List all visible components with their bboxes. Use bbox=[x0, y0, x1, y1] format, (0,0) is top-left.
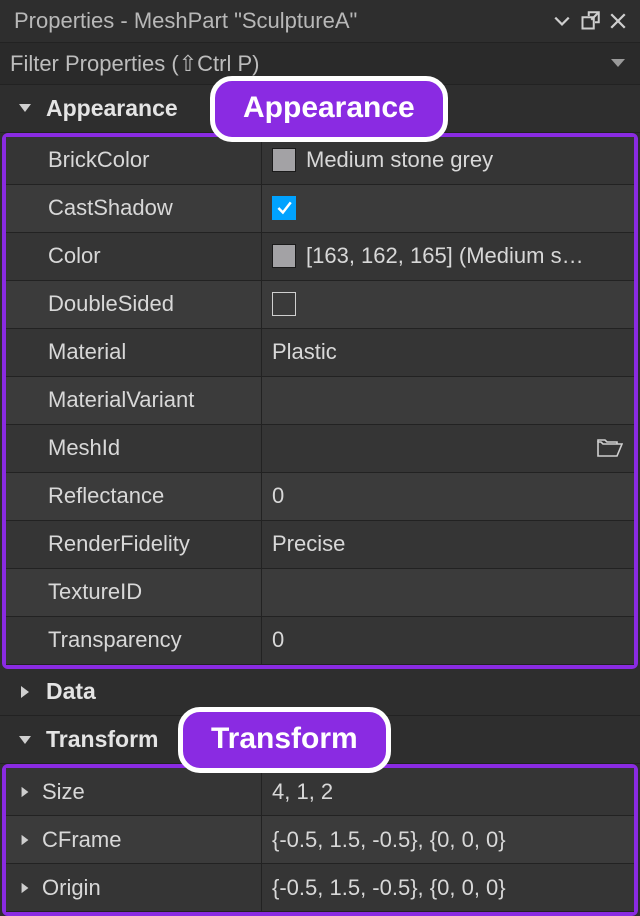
property-row-meshid[interactable]: MeshId bbox=[6, 425, 634, 473]
section-label-data: Data bbox=[46, 678, 96, 705]
filter-input-placeholder[interactable]: Filter Properties (⇧Ctrl P) bbox=[10, 51, 608, 77]
property-name: BrickColor bbox=[6, 137, 262, 184]
property-row-castshadow[interactable]: CastShadow bbox=[6, 185, 634, 233]
chevron-right-icon bbox=[16, 683, 34, 701]
close-button[interactable] bbox=[604, 7, 632, 35]
property-row-origin[interactable]: Origin {-0.5, 1.5, -0.5}, {0, 0, 0} bbox=[6, 864, 634, 912]
titlebar: Properties - MeshPart "SculptureA" bbox=[0, 0, 640, 43]
property-value[interactable]: [163, 162, 165] (Medium s… bbox=[262, 233, 634, 280]
property-value[interactable]: {-0.5, 1.5, -0.5}, {0, 0, 0} bbox=[262, 816, 634, 863]
property-value[interactable] bbox=[262, 425, 634, 472]
chevron-right-icon[interactable] bbox=[18, 785, 32, 799]
property-value[interactable] bbox=[262, 377, 634, 424]
property-row-material[interactable]: Material Plastic bbox=[6, 329, 634, 377]
property-value[interactable]: {-0.5, 1.5, -0.5}, {0, 0, 0} bbox=[262, 864, 634, 911]
folder-open-icon[interactable] bbox=[596, 434, 624, 462]
property-value[interactable]: 4, 1, 2 bbox=[262, 768, 634, 815]
property-value[interactable] bbox=[262, 569, 634, 616]
property-name: CastShadow bbox=[6, 185, 262, 232]
property-row-cframe[interactable]: CFrame {-0.5, 1.5, -0.5}, {0, 0, 0} bbox=[6, 816, 634, 864]
collapse-button[interactable] bbox=[548, 7, 576, 35]
property-value[interactable]: 0 bbox=[262, 617, 634, 664]
properties-panel: Properties - MeshPart "SculptureA" Filte… bbox=[0, 0, 640, 916]
chevron-right-icon[interactable] bbox=[18, 881, 32, 895]
property-row-renderfidelity[interactable]: RenderFidelity Precise bbox=[6, 521, 634, 569]
property-name: Transparency bbox=[6, 617, 262, 664]
popout-button[interactable] bbox=[576, 7, 604, 35]
section-label-appearance: Appearance bbox=[46, 95, 178, 122]
property-name: Material bbox=[6, 329, 262, 376]
callout-transform: Transform bbox=[178, 707, 391, 773]
property-name: Color bbox=[6, 233, 262, 280]
property-row-size[interactable]: Size 4, 1, 2 bbox=[6, 768, 634, 816]
property-row-transparency[interactable]: Transparency 0 bbox=[6, 617, 634, 665]
property-row-textureid[interactable]: TextureID bbox=[6, 569, 634, 617]
property-name-cell: Size bbox=[6, 768, 262, 815]
property-name: MaterialVariant bbox=[6, 377, 262, 424]
color-swatch-icon bbox=[272, 148, 296, 172]
property-value[interactable]: 0 bbox=[262, 473, 634, 520]
property-value[interactable]: Medium stone grey bbox=[262, 137, 634, 184]
chevron-right-icon[interactable] bbox=[18, 833, 32, 847]
property-value[interactable] bbox=[262, 281, 634, 328]
property-name: CFrame bbox=[42, 827, 121, 853]
property-name: DoubleSided bbox=[6, 281, 262, 328]
property-name-cell: Origin bbox=[6, 864, 262, 911]
property-name: Reflectance bbox=[6, 473, 262, 520]
callout-appearance: Appearance bbox=[210, 76, 448, 142]
checkbox-checked-icon[interactable] bbox=[272, 196, 296, 220]
property-row-doublesided[interactable]: DoubleSided bbox=[6, 281, 634, 329]
property-row-reflectance[interactable]: Reflectance 0 bbox=[6, 473, 634, 521]
checkbox-unchecked-icon[interactable] bbox=[272, 292, 296, 316]
property-value[interactable]: Plastic bbox=[262, 329, 634, 376]
property-value[interactable]: Precise bbox=[262, 521, 634, 568]
chevron-down-icon bbox=[16, 731, 34, 749]
section-label-transform: Transform bbox=[46, 726, 158, 753]
color-swatch-icon bbox=[272, 244, 296, 268]
filter-menu-icon[interactable] bbox=[608, 54, 628, 74]
property-row-brickcolor[interactable]: BrickColor Medium stone grey bbox=[6, 137, 634, 185]
transform-highlight-frame: Size 4, 1, 2 CFrame {-0.5, 1.5, -0.5}, {… bbox=[2, 764, 638, 916]
property-row-color[interactable]: Color [163, 162, 165] (Medium s… bbox=[6, 233, 634, 281]
property-name: Origin bbox=[42, 875, 101, 901]
chevron-down-icon bbox=[16, 99, 34, 117]
property-row-materialvariant[interactable]: MaterialVariant bbox=[6, 377, 634, 425]
property-name: RenderFidelity bbox=[6, 521, 262, 568]
appearance-highlight-frame: BrickColor Medium stone grey CastShadow … bbox=[2, 133, 638, 669]
panel-title: Properties - MeshPart "SculptureA" bbox=[14, 8, 548, 34]
property-value[interactable] bbox=[262, 185, 634, 232]
property-name: MeshId bbox=[6, 425, 262, 472]
property-name-cell: CFrame bbox=[6, 816, 262, 863]
property-name: TextureID bbox=[6, 569, 262, 616]
property-name: Size bbox=[42, 779, 85, 805]
